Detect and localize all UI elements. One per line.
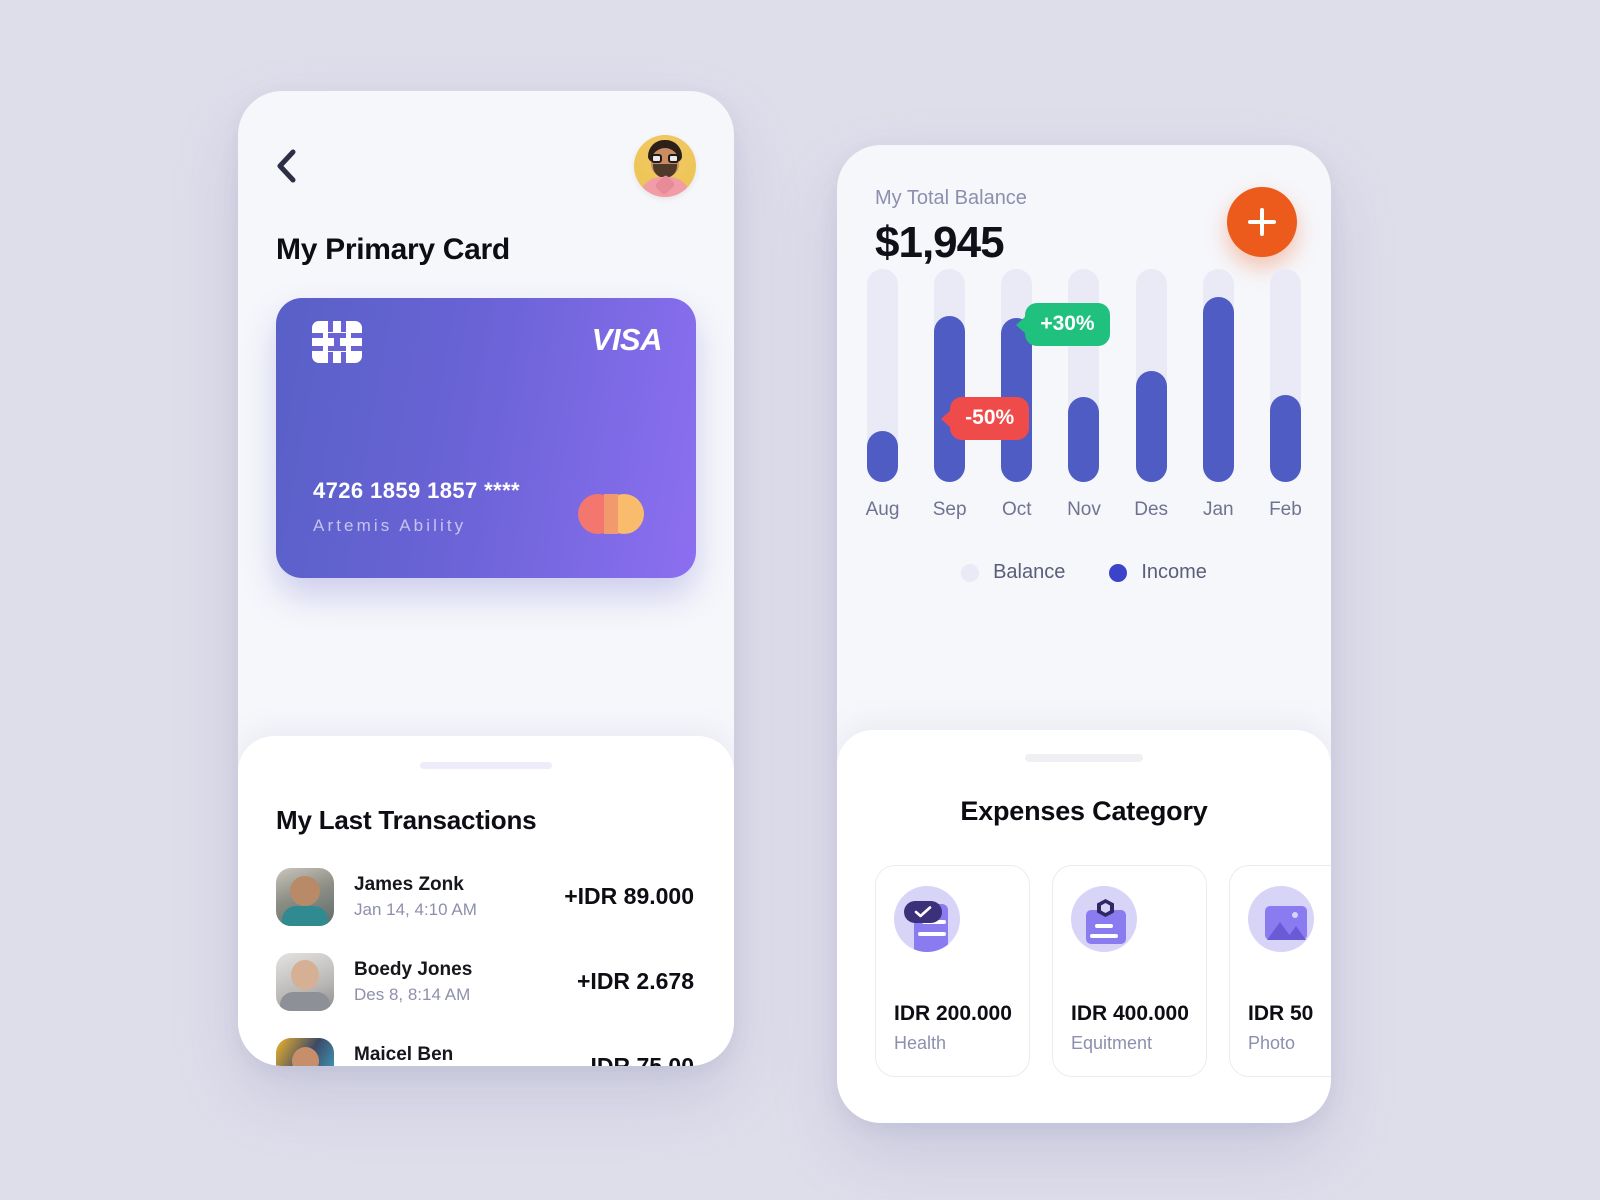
document-check-icon bbox=[894, 886, 960, 952]
id-card-icon bbox=[1071, 886, 1137, 952]
category-amount: IDR 400.000 bbox=[1071, 1002, 1189, 1025]
expenses-category-list: IDR 200.000 Health IDR 400.000 Equitment bbox=[875, 865, 1331, 1077]
avatar-glasses-left bbox=[651, 154, 662, 163]
chart-bar-income bbox=[1269, 394, 1301, 482]
transaction-meta: Boedy Jones Des 8, 8:14 AM bbox=[354, 958, 577, 1005]
expenses-title: Expenses Category bbox=[960, 796, 1208, 826]
transaction-name: Boedy Jones bbox=[354, 959, 473, 981]
chart-legend: Balance Income bbox=[867, 561, 1301, 584]
phone-right: My Total Balance $1,945 Aug Sep -50% Oct… bbox=[837, 145, 1331, 1123]
back-button[interactable] bbox=[276, 146, 310, 186]
emv-chip-icon bbox=[312, 321, 362, 363]
left-topbar bbox=[276, 135, 696, 197]
chart-xtick: Nov bbox=[1067, 499, 1101, 520]
chart-track bbox=[1001, 269, 1033, 482]
phone-left: My Primary Card VISA 4726 1859 1857 ****… bbox=[238, 91, 734, 1066]
chart-track bbox=[934, 269, 966, 482]
chart-xtick: Aug bbox=[865, 499, 900, 520]
legend-label-balance: Balance bbox=[993, 561, 1066, 583]
add-button[interactable] bbox=[1227, 187, 1297, 257]
category-amount: IDR 200.000 bbox=[894, 1002, 1012, 1025]
category-name: Equitment bbox=[1071, 1033, 1153, 1053]
transactions-title: My Last Transactions bbox=[276, 805, 537, 835]
transaction-amount: +IDR 2.678 bbox=[577, 968, 694, 994]
mastercard-circles-icon bbox=[578, 494, 650, 534]
annotation-label: -50% bbox=[965, 406, 1015, 429]
chart-track bbox=[1135, 269, 1167, 482]
chevron-left-icon bbox=[277, 149, 296, 183]
transaction-avatar bbox=[276, 1037, 334, 1066]
list-item[interactable]: IDR 200.000 Health bbox=[875, 865, 1030, 1077]
transactions-list: James Zonk Jan 14, 4:10 AM +IDR 89.000 B… bbox=[276, 854, 696, 1066]
sheet-drag-handle[interactable] bbox=[420, 762, 552, 769]
chart-xtick: Des bbox=[1134, 499, 1169, 520]
table-row[interactable]: Boedy Jones Des 8, 8:14 AM +IDR 2.678 bbox=[276, 939, 696, 1024]
chart-bar-income bbox=[1135, 371, 1167, 482]
list-item[interactable]: IDR 400.000 Equitment bbox=[1052, 865, 1207, 1077]
bubble-tail bbox=[1016, 315, 1027, 334]
chart-track bbox=[1202, 269, 1234, 482]
table-row[interactable]: Maicel Ben Des 1, 6:12 AM -IDR 75.00 bbox=[276, 1024, 696, 1066]
category-amount: IDR 50 bbox=[1248, 1002, 1314, 1025]
transaction-name: James Zonk bbox=[354, 874, 464, 896]
chart-annotation-positive: +30% bbox=[1016, 303, 1110, 346]
legend-label-income: Income bbox=[1141, 561, 1207, 583]
table-row[interactable]: James Zonk Jan 14, 4:10 AM +IDR 89.000 bbox=[276, 854, 696, 939]
chart-track bbox=[867, 269, 898, 482]
chart-track bbox=[1269, 269, 1301, 482]
transactions-sheet: My Last Transactions James Zonk Jan 14, … bbox=[238, 736, 734, 1066]
avatar-glasses-right bbox=[668, 154, 679, 163]
legend-item-balance[interactable]: Balance bbox=[961, 561, 1065, 584]
bubble-tail bbox=[941, 409, 952, 428]
transaction-avatar bbox=[276, 952, 334, 1011]
chart-column-aug[interactable]: Aug bbox=[865, 269, 900, 521]
chart-bar-income bbox=[867, 430, 898, 482]
list-item[interactable]: IDR 50 Photo bbox=[1229, 865, 1331, 1077]
right-top-section: My Total Balance $1,945 bbox=[837, 145, 1331, 268]
chart-xtick: Oct bbox=[1002, 499, 1032, 520]
category-name: Health bbox=[894, 1033, 947, 1053]
balance-bar-chart: Aug Sep -50% Oct +30% Nov Des Jan Feb Ba… bbox=[837, 269, 1331, 583]
expenses-sheet: Expenses Category IDR 200.000 Health IDR… bbox=[837, 730, 1331, 1123]
transaction-amount: +IDR 89.000 bbox=[564, 883, 694, 909]
transaction-meta: Maicel Ben Des 1, 6:12 AM bbox=[354, 1043, 583, 1066]
visa-logo: VISA bbox=[591, 322, 663, 357]
left-top-section: My Primary Card VISA 4726 1859 1857 ****… bbox=[238, 91, 734, 578]
transaction-amount: -IDR 75.00 bbox=[582, 1053, 694, 1066]
screen: My Primary Card VISA 4726 1859 1857 ****… bbox=[0, 0, 1600, 1200]
annotation-label: +30% bbox=[1040, 312, 1095, 335]
transaction-date: Des 8, 8:14 AM bbox=[354, 984, 471, 1004]
chart-xtick: Feb bbox=[1269, 499, 1302, 520]
legend-dot-balance bbox=[961, 563, 980, 582]
page-title: My Primary Card bbox=[276, 233, 510, 266]
chart-xtick: Sep bbox=[932, 499, 967, 520]
photo-image-icon bbox=[1248, 886, 1314, 952]
chart-bar-income bbox=[1202, 296, 1234, 482]
credit-card[interactable]: VISA 4726 1859 1857 **** Artemis Ability bbox=[276, 298, 696, 578]
transaction-avatar bbox=[276, 867, 334, 926]
avatar[interactable] bbox=[634, 135, 696, 197]
transaction-name: Maicel Ben bbox=[354, 1044, 454, 1066]
chart-column-oct[interactable]: Oct +30% bbox=[1001, 269, 1110, 521]
transaction-meta: James Zonk Jan 14, 4:10 AM bbox=[354, 873, 564, 920]
card-number: 4726 1859 1857 **** bbox=[313, 478, 521, 503]
legend-item-income[interactable]: Income bbox=[1109, 561, 1207, 584]
category-name: Photo bbox=[1248, 1033, 1296, 1053]
chart-bars: Aug Sep -50% Oct +30% Nov Des Jan Feb bbox=[866, 269, 1302, 521]
card-holder-name: Artemis Ability bbox=[313, 516, 467, 535]
transaction-date: Jan 14, 4:10 AM bbox=[354, 899, 477, 919]
legend-dot-income bbox=[1109, 563, 1128, 582]
chart-column-jan[interactable]: Jan bbox=[1202, 269, 1234, 521]
sheet-drag-handle[interactable] bbox=[1025, 754, 1143, 762]
chart-track bbox=[1068, 269, 1100, 482]
chart-column-des[interactable]: Des bbox=[1134, 269, 1169, 521]
chart-column-feb[interactable]: Feb bbox=[1269, 269, 1302, 521]
chart-bar-income bbox=[1068, 396, 1100, 482]
chart-column-sep[interactable]: Sep -50% bbox=[932, 269, 1030, 521]
chart-xtick: Jan bbox=[1202, 499, 1234, 520]
chart-annotation-negative: -50% bbox=[941, 397, 1030, 440]
